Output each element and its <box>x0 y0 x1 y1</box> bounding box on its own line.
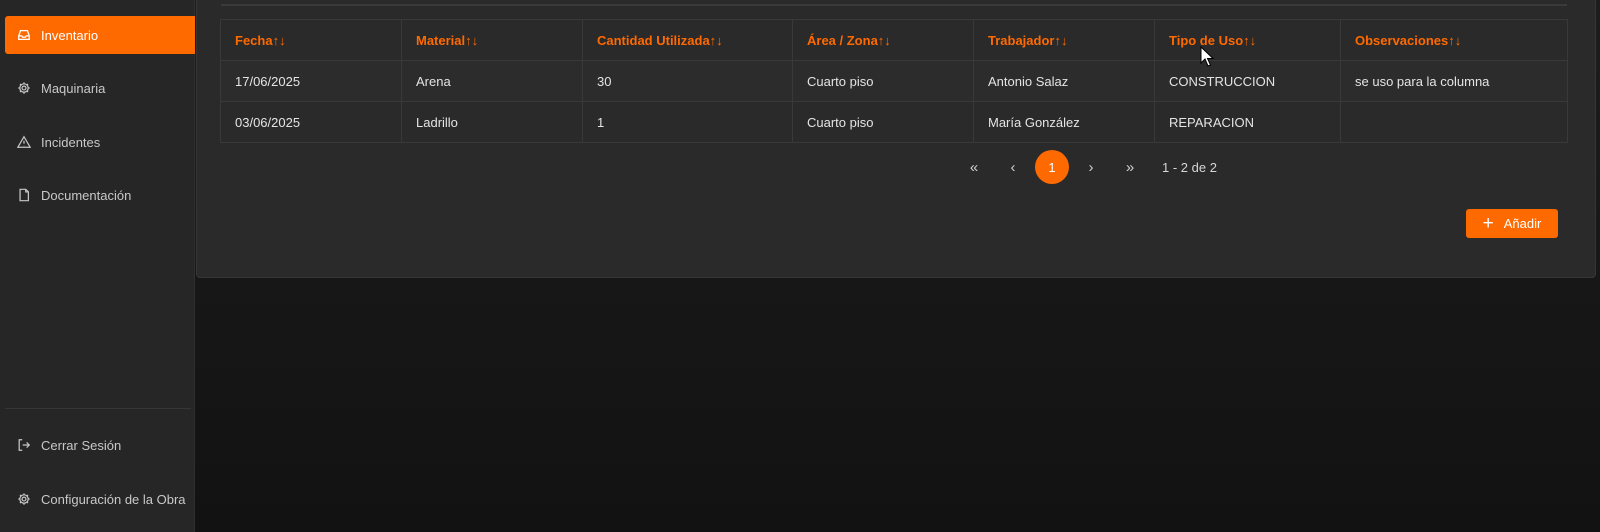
table-header-row: Fecha↑↓ Material↑↓ Cantidad Utilizada↑↓ … <box>220 19 1568 61</box>
cell-area: Cuarto piso <box>792 101 974 143</box>
logout-icon <box>16 437 32 453</box>
mouse-cursor-icon <box>1200 46 1214 67</box>
sidebar-item-incidentes[interactable]: Incidentes <box>5 123 195 161</box>
table-row[interactable]: 03/06/2025 Ladrillo 1 Cuarto piso María … <box>220 101 1568 143</box>
column-header-material[interactable]: Material↑↓ <box>401 19 583 61</box>
cell-trabajador: María González <box>973 101 1155 143</box>
column-header-trabajador[interactable]: Trabajador↑↓ <box>973 19 1155 61</box>
cell-fecha: 17/06/2025 <box>220 60 402 102</box>
column-header-area[interactable]: Área / Zona↑↓ <box>792 19 974 61</box>
sidebar: Inventario Maquinaria Incidentes Documen… <box>0 0 195 532</box>
sidebar-item-maquinaria[interactable]: Maquinaria <box>5 69 195 107</box>
sidebar-item-documentacion[interactable]: Documentación <box>5 176 195 214</box>
page-button-current[interactable]: 1 <box>1035 150 1069 184</box>
cell-area: Cuarto piso <box>792 60 974 102</box>
sidebar-item-inventario[interactable]: Inventario <box>5 16 195 54</box>
sidebar-item-label: Maquinaria <box>41 80 106 96</box>
add-button-label: Añadir <box>1503 216 1542 231</box>
prev-page-button[interactable]: ‹ <box>996 150 1030 184</box>
sidebar-item-label: Documentación <box>41 187 132 203</box>
sidebar-divider <box>5 408 191 409</box>
cell-tipo-uso: CONSTRUCCION <box>1154 60 1341 102</box>
cell-observaciones: se uso para la columna <box>1340 60 1568 102</box>
cell-material: Ladrillo <box>401 101 583 143</box>
inventory-panel: Fecha↑↓ Material↑↓ Cantidad Utilizada↑↓ … <box>196 0 1596 278</box>
table-row[interactable]: 17/06/2025 Arena 30 Cuarto piso Antonio … <box>220 60 1568 102</box>
cell-trabajador: Antonio Salaz <box>973 60 1155 102</box>
gear-icon <box>16 491 32 507</box>
first-page-button[interactable]: « <box>957 150 991 184</box>
gear-icon <box>16 80 32 96</box>
sidebar-item-label: Cerrar Sesión <box>41 437 122 453</box>
usage-table: Fecha↑↓ Material↑↓ Cantidad Utilizada↑↓ … <box>220 19 1568 143</box>
cell-tipo-uso: REPARACION <box>1154 101 1341 143</box>
warning-icon <box>16 134 32 150</box>
cell-cantidad: 1 <box>582 101 793 143</box>
inbox-icon <box>16 27 32 43</box>
cell-fecha: 03/06/2025 <box>220 101 402 143</box>
sidebar-item-configuracion[interactable]: Configuración de la Obra <box>5 480 195 518</box>
cell-cantidad: 30 <box>582 60 793 102</box>
sidebar-item-cerrar-sesion[interactable]: Cerrar Sesión <box>5 426 195 464</box>
column-header-observaciones[interactable]: Observaciones↑↓ <box>1340 19 1568 61</box>
pagination: « ‹ 1 › » 1 - 2 de 2 <box>957 150 1217 184</box>
plus-icon: + <box>1482 213 1494 234</box>
sidebar-item-label: Configuración de la Obra <box>41 491 186 507</box>
column-header-fecha[interactable]: Fecha↑↓ <box>220 19 402 61</box>
sidebar-item-label: Inventario <box>41 27 99 43</box>
column-header-cantidad[interactable]: Cantidad Utilizada↑↓ <box>582 19 793 61</box>
cell-observaciones <box>1340 101 1568 143</box>
panel-divider <box>221 4 1567 6</box>
pagination-info: 1 - 2 de 2 <box>1162 159 1217 175</box>
last-page-button[interactable]: » <box>1113 150 1147 184</box>
file-icon <box>16 187 32 203</box>
sidebar-item-label: Incidentes <box>41 134 101 150</box>
column-header-tipo-uso[interactable]: Tipo de Uso↑↓ <box>1154 19 1341 61</box>
next-page-button[interactable]: › <box>1074 150 1108 184</box>
cell-material: Arena <box>401 60 583 102</box>
add-button[interactable]: + Añadir <box>1466 209 1558 238</box>
